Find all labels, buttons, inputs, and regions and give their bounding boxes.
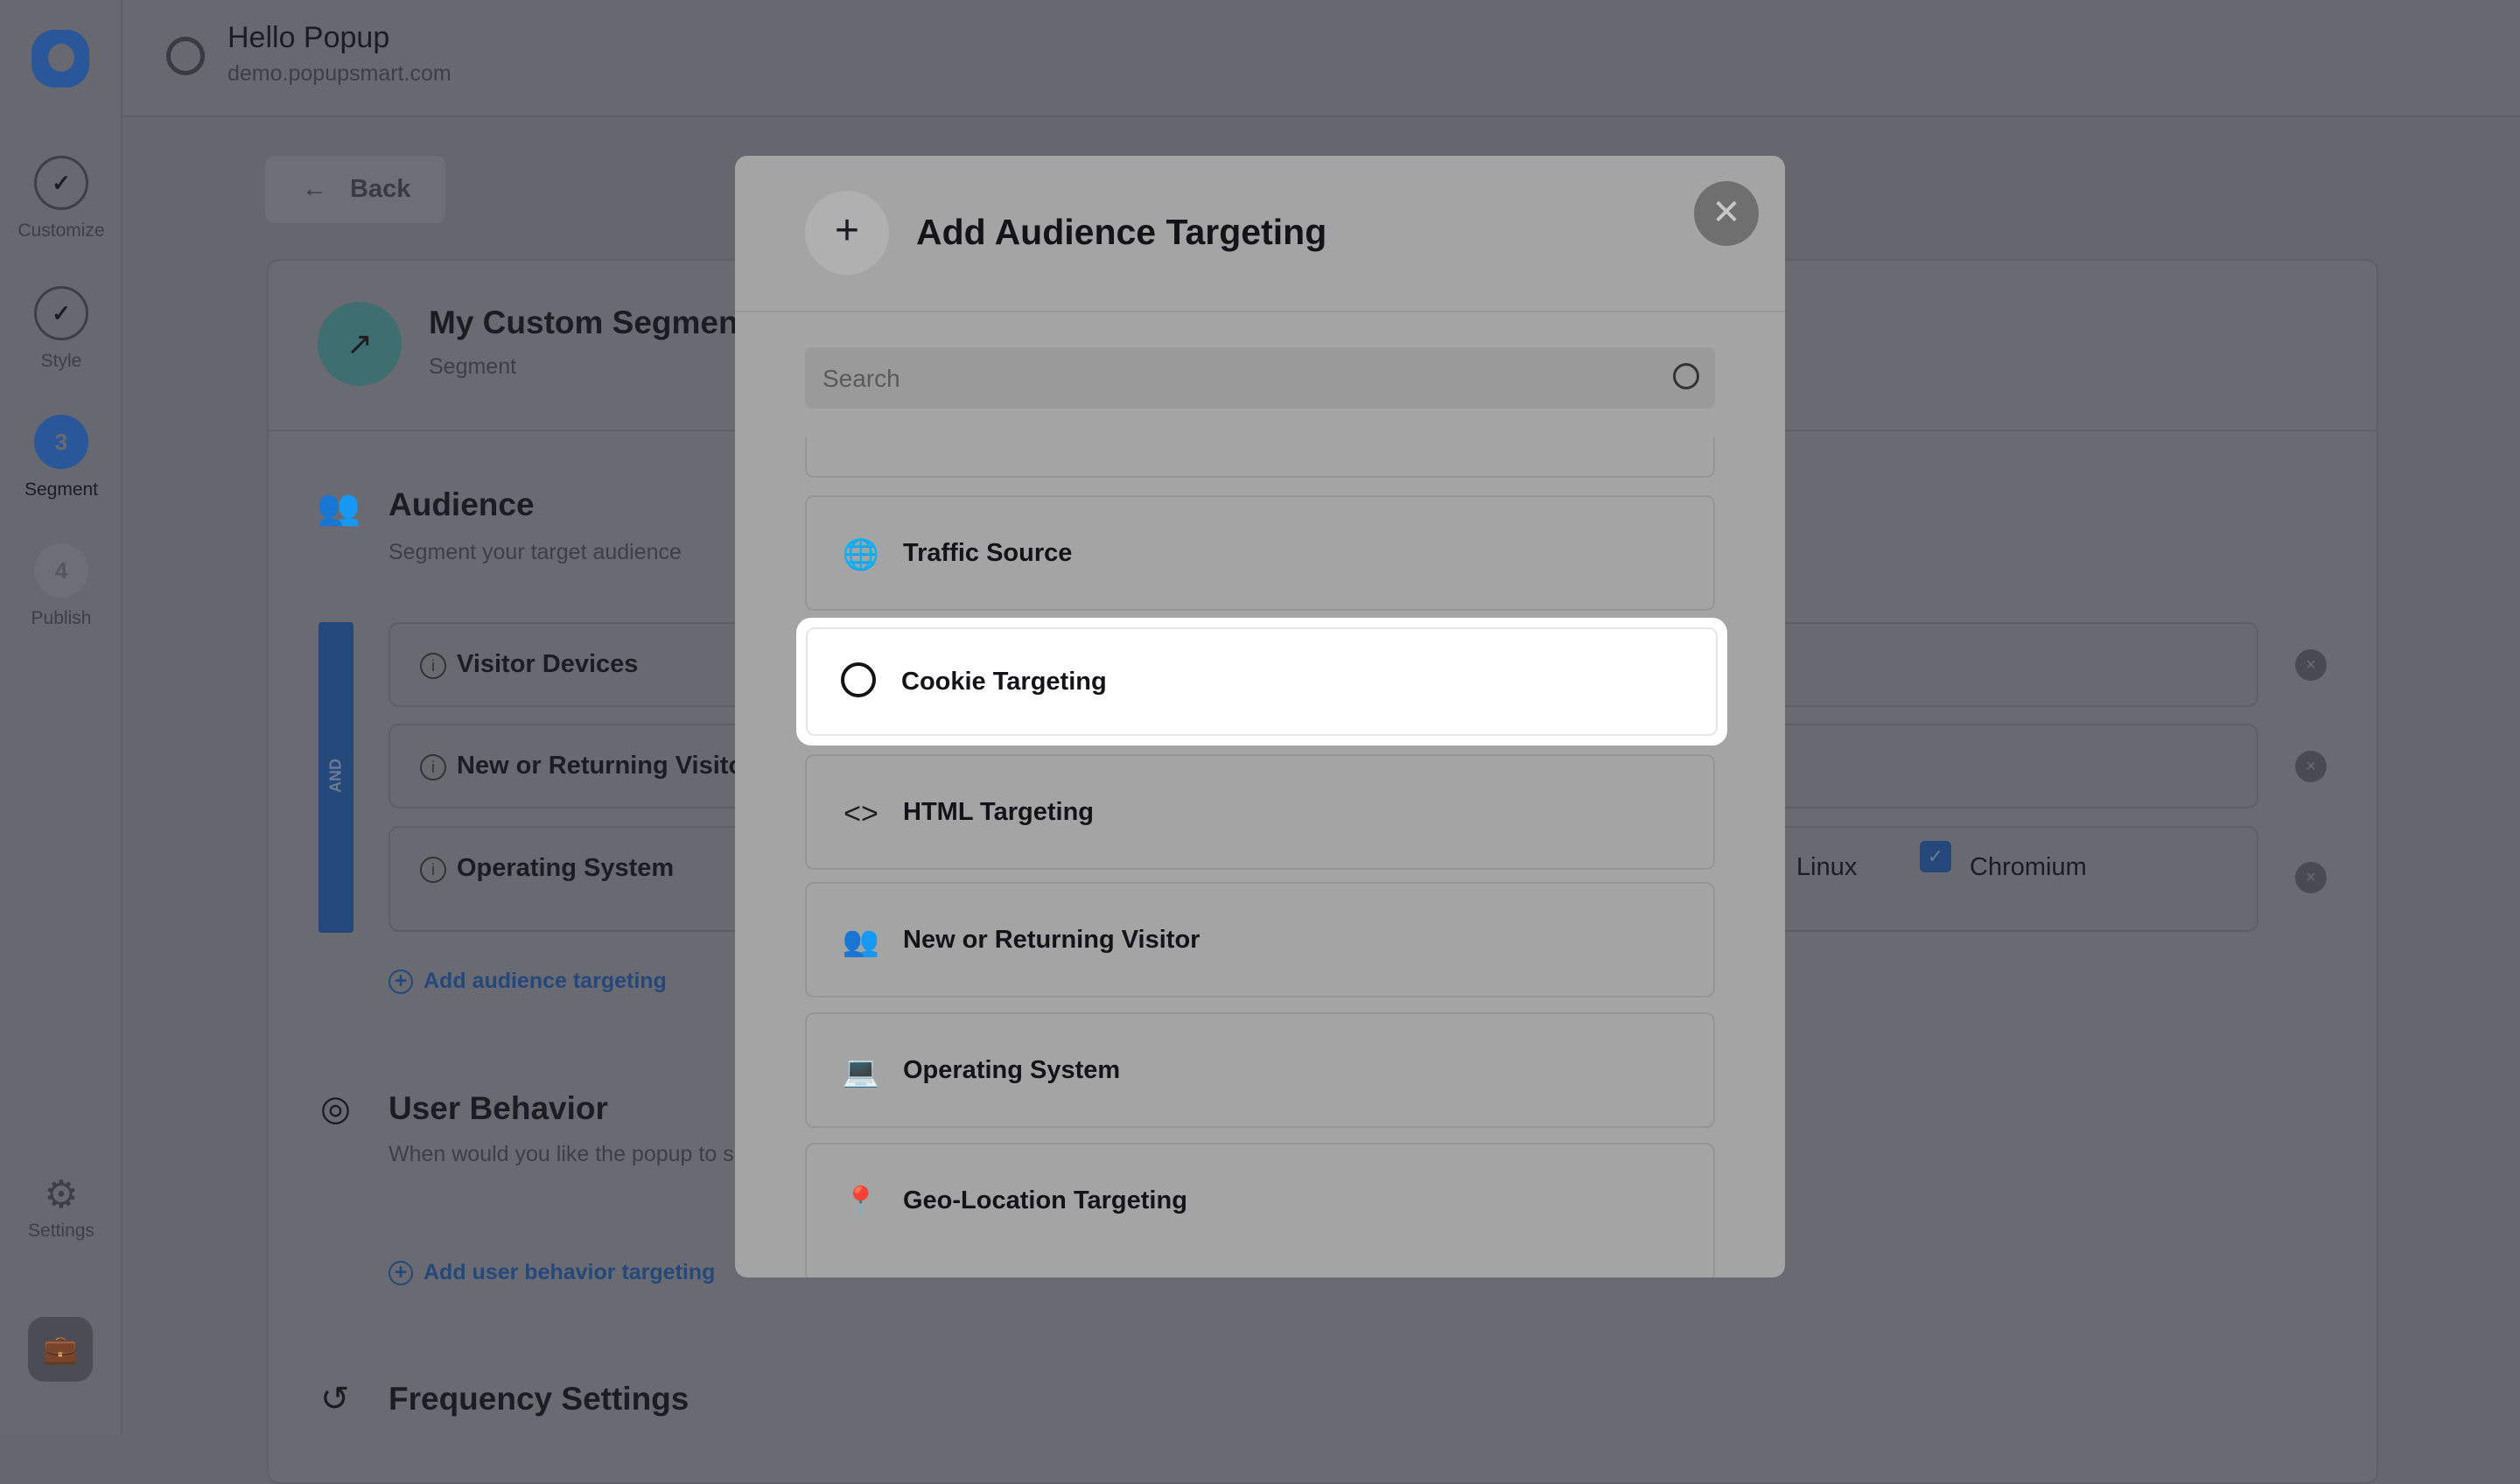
- item-cookie-targeting[interactable]: Cookie Targeting: [799, 620, 1725, 743]
- sidebar: ✓ Customize ✓ Style 3 Segment 4 Publish ⚙ Set…: [0, 0, 122, 1435]
- divider: [735, 311, 1785, 312]
- check-icon: ✓: [34, 156, 88, 210]
- os-chromium: Chromium: [1970, 853, 2087, 881]
- globe-search-icon: 🌐: [842, 538, 880, 571]
- item-new-returning-visitor[interactable]: 👥 New or Returning Visitor: [805, 882, 1715, 998]
- check-icon: ✓: [34, 286, 88, 340]
- cursor-click-icon: ◎: [320, 1089, 351, 1128]
- modal-title: Add Audience Targeting: [916, 212, 1327, 252]
- plus-circle-icon: +: [388, 1261, 413, 1285]
- header: Hello Popup demo.popupsmart.com: [122, 0, 2520, 117]
- segment-subtitle: Segment: [429, 354, 517, 379]
- step-publish[interactable]: 4 Publish: [0, 543, 122, 629]
- close-button[interactable]: ✕: [1694, 181, 1759, 246]
- info-icon: i: [420, 857, 446, 883]
- step-style[interactable]: ✓ Style: [0, 286, 122, 372]
- history-icon: ↺: [320, 1380, 350, 1418]
- frequency-title: Frequency Settings: [388, 1381, 690, 1417]
- item-geo-location[interactable]: 📍 Geo-Location Targeting: [805, 1143, 1715, 1278]
- search-icon: [1673, 363, 1699, 389]
- audience-title: Audience: [388, 486, 535, 522]
- briefcase-button[interactable]: 💼: [28, 1317, 93, 1382]
- step-customize[interactable]: ✓ Customize: [0, 156, 122, 242]
- info-icon: i: [420, 653, 446, 679]
- chromium-checkbox[interactable]: ✓: [1920, 841, 1951, 872]
- info-icon: i: [420, 754, 446, 780]
- logo[interactable]: [32, 30, 89, 88]
- plus-icon: +: [805, 191, 889, 275]
- map-pin-icon: 📍: [842, 1186, 880, 1219]
- item-traffic-source[interactable]: 🌐 Traffic Source: [805, 495, 1715, 611]
- settings-button[interactable]: ⚙ Settings: [0, 1172, 122, 1242]
- gear-icon: ⚙: [44, 1173, 79, 1216]
- step-segment[interactable]: 3 Segment: [0, 415, 122, 500]
- search-input[interactable]: Search: [805, 347, 1715, 409]
- add-audience-modal: + Add Audience Targeting ✕ Search 🌐 Traff…: [735, 156, 1785, 1278]
- code-icon: <>: [844, 797, 878, 830]
- globe-icon: [166, 37, 205, 75]
- behavior-title: User Behavior: [388, 1090, 608, 1126]
- app-domain: demo.popupsmart.com: [228, 61, 452, 86]
- add-audience-targeting-link[interactable]: + Add audience targeting: [388, 969, 667, 994]
- list-item-partial[interactable]: [805, 438, 1715, 478]
- back-button[interactable]: ← Back: [265, 156, 445, 223]
- segment-title: My Custom Segment: [429, 304, 749, 340]
- remove-row-button[interactable]: ×: [2295, 649, 2327, 681]
- item-operating-system[interactable]: 💻 Operating System: [805, 1012, 1715, 1128]
- users-icon: 👥: [317, 488, 360, 527]
- audience-subtitle: Segment your target audience: [388, 540, 682, 564]
- behavior-subtitle: When would you like the popup to show?: [388, 1142, 787, 1166]
- add-behavior-targeting-link[interactable]: + Add user behavior targeting: [388, 1260, 715, 1285]
- users-icon: 👥: [842, 925, 880, 958]
- app-title: Hello Popup: [228, 21, 390, 54]
- remove-row-button[interactable]: ×: [2295, 862, 2327, 893]
- and-operator[interactable]: AND: [318, 622, 354, 933]
- remove-row-button[interactable]: ×: [2295, 751, 2327, 782]
- cookie-icon: [841, 662, 876, 697]
- arrow-left-icon: ←: [302, 175, 327, 203]
- laptop-gear-icon: 💻: [842, 1055, 880, 1088]
- plus-circle-icon: +: [388, 970, 413, 994]
- item-html-targeting[interactable]: <> HTML Targeting: [805, 754, 1715, 870]
- os-linux[interactable]: Linux: [1796, 853, 1857, 882]
- segment-avatar: ↗: [318, 302, 402, 386]
